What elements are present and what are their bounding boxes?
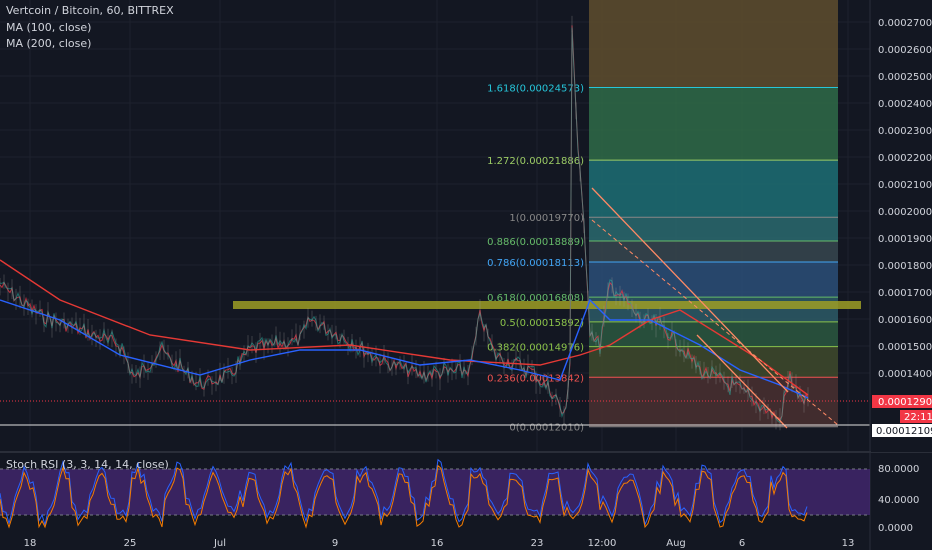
- fib-level-label: 0.886(0.00018889): [487, 237, 584, 248]
- price-axis[interactable]: 0.00027000 0.00026000 0.00025000 0.00024000…: [871, 0, 932, 452]
- fib-zone: [589, 240, 838, 262]
- price-axis-tick: 0.00021000: [878, 180, 932, 191]
- stoch-axis-tick: 40.0000: [878, 495, 919, 506]
- price-axis-tick: 0.00023000: [878, 126, 932, 137]
- fib-level-label: 0.382(0.00014976): [487, 343, 584, 354]
- fib-zone: [589, 160, 838, 218]
- time-axis-label: 13: [842, 538, 855, 549]
- price-axis-tick: 0.00014000: [878, 369, 932, 380]
- ma200-legend[interactable]: MA (200, close): [6, 37, 91, 51]
- time-axis-label: Jul: [213, 538, 226, 549]
- price-axis-tick: 0.00015000: [878, 342, 932, 353]
- ma100-legend[interactable]: MA (100, close): [6, 21, 91, 35]
- time-axis-label: 18: [24, 538, 37, 549]
- fib-level-label: 0.786(0.00018113): [487, 258, 584, 269]
- time-axis-label: Aug: [666, 538, 686, 549]
- fib-level-label: 0(0.00012010): [509, 423, 584, 434]
- fib-level-label: 0.5(0.00015892): [500, 318, 584, 329]
- low-price-label: 0.00012109: [876, 426, 932, 437]
- fib-zone: [589, 377, 838, 427]
- time-axis-label: 25: [124, 538, 137, 549]
- price-axis-tick: 0.00017000: [878, 288, 932, 299]
- stoch-rsi-legend[interactable]: Stoch RSI (3, 3, 14, 14, close): [6, 458, 169, 472]
- stoch-axis-tick: 80.0000: [878, 464, 919, 475]
- fib-zone: [589, 261, 838, 298]
- price-axis-tick: 0.00027000: [878, 18, 932, 29]
- fib-level-label: 1(0.00019770): [509, 213, 584, 224]
- price-axis-tick: 0.00026000: [878, 45, 932, 56]
- time-axis-label: 23: [531, 538, 544, 549]
- price-axis-tick: 0.00019000: [878, 234, 932, 245]
- fib-zone: [589, 297, 838, 322]
- last-price-label: 0.00012900: [878, 397, 932, 408]
- price-axis-tick: 0.00024000: [878, 99, 932, 110]
- price-axis-tick: 0.00022000: [878, 153, 932, 164]
- price-axis-tick: 0.00018000: [878, 261, 932, 272]
- fib-zone-top: [589, 0, 838, 88]
- fib-level-label: 1.618(0.00024573): [487, 84, 584, 95]
- stoch-axis-tick: 0.0000: [878, 523, 913, 534]
- price-axis-tick: 0.00025000: [878, 72, 932, 83]
- fib-zone: [589, 217, 838, 241]
- price-axis-bg: [871, 0, 932, 452]
- resistance-zone[interactable]: [233, 301, 861, 309]
- time-axis-label: 12:00: [588, 538, 617, 549]
- symbol-legend[interactable]: Vertcoin / Bitcoin, 60, BITTREX: [6, 4, 174, 18]
- time-axis[interactable]: 18 25 Jul 9 16 23 12:00 Aug 6 13: [24, 538, 855, 549]
- time-axis-label: 6: [739, 538, 745, 549]
- price-axis-tick: 0.00020000: [878, 207, 932, 218]
- countdown-label: 22:11: [904, 412, 932, 423]
- fib-level-label: 1.272(0.00021886): [487, 156, 584, 167]
- time-axis-label: 9: [332, 538, 338, 549]
- fib-zone: [589, 87, 838, 161]
- tradingview-chart[interactable]: 1.618(0.00024573) 1.272(0.00021886) 1(0.00…: [0, 0, 932, 550]
- time-axis-label: 16: [431, 538, 444, 549]
- fibonacci-extension-tool[interactable]: 1.618(0.00024573) 1.272(0.00021886) 1(0.00…: [487, 0, 838, 434]
- price-axis-tick: 0.00016000: [878, 315, 932, 326]
